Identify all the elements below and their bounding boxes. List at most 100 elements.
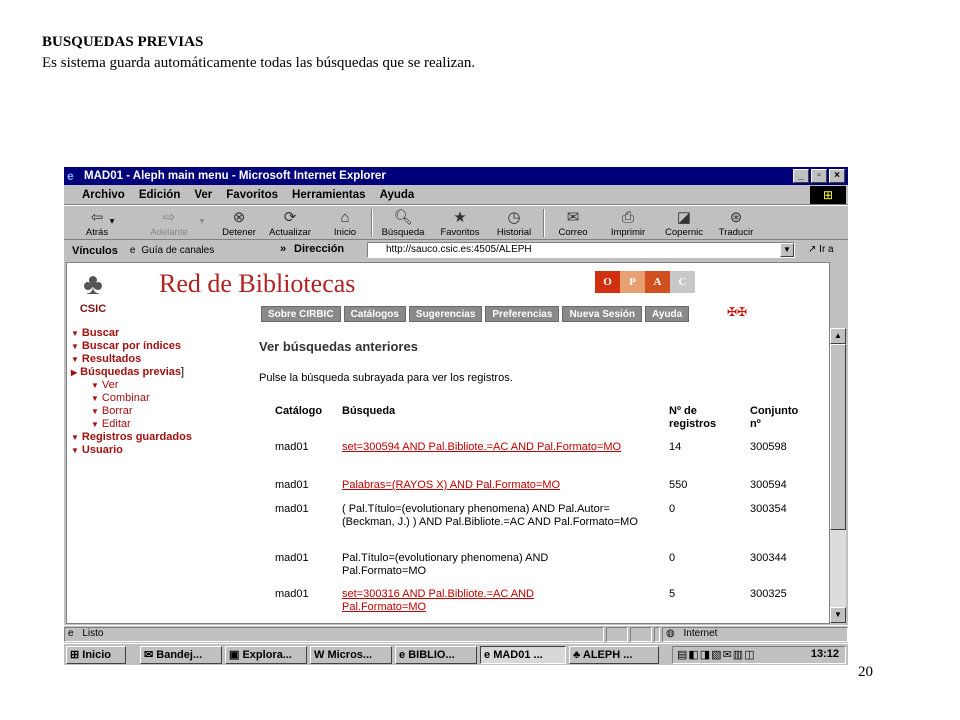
menu-archivo[interactable]: Archivo xyxy=(82,189,125,201)
cell-catalog: mad01 xyxy=(275,479,309,491)
nav-ayuda[interactable]: Ayuda xyxy=(645,306,690,322)
nav-preferencias[interactable]: Preferencias xyxy=(485,306,560,322)
history-button[interactable]: ◷ Historial xyxy=(489,208,539,238)
cell-records: 5 xyxy=(669,588,676,600)
menu-ver[interactable]: Ver xyxy=(194,189,212,201)
vertical-scrollbar[interactable]: ▲ ▼ xyxy=(830,328,846,623)
scroll-down-button[interactable]: ▼ xyxy=(830,607,846,623)
menu-ayuda[interactable]: Ayuda xyxy=(380,189,415,201)
home-label: Inicio xyxy=(333,227,357,238)
status-text: Listo xyxy=(82,628,104,639)
taskbar-item-aleph[interactable]: ♣ ALEPH ... xyxy=(569,646,659,664)
refresh-button[interactable]: ⟳ Actualizar xyxy=(265,208,315,238)
printer-icon: ⎙ xyxy=(621,209,634,226)
cell-catalog: mad01 xyxy=(275,441,309,453)
column-header-busqueda: Búsqueda xyxy=(342,405,396,417)
status-panel xyxy=(654,627,660,642)
sidebar-item-busquedas-previas[interactable]: ▶ Búsquedas previas] xyxy=(71,366,261,379)
caret-right-icon: ▶ xyxy=(71,368,78,377)
uk-flag-icon[interactable]: ✠✠ xyxy=(727,305,747,319)
cell-set: 300598 xyxy=(750,441,787,453)
csic-logo-text: CSIC xyxy=(79,303,107,315)
sidebar-item-label: Buscar por índices xyxy=(81,340,181,352)
start-button[interactable]: ⊞ Inicio xyxy=(66,646,126,664)
tray-icons[interactable]: ▤◧◨▧✉▥◫ xyxy=(677,648,756,661)
taskbar-item-label: ALEPH ... xyxy=(582,649,633,661)
sidebar-item-editar[interactable]: ▼ Editar xyxy=(71,418,261,431)
sidebar-item-borrar[interactable]: ▼ Borrar xyxy=(71,405,261,418)
sidebar-item-buscar-indices[interactable]: ▼ Buscar por índices xyxy=(71,340,261,353)
home-button[interactable]: ⌂ Inicio xyxy=(320,208,370,238)
minimize-button[interactable]: _ xyxy=(793,169,809,183)
status-panel xyxy=(630,627,652,642)
toolbar-separator xyxy=(543,209,545,237)
nav-nueva-sesion[interactable]: Nueva Sesión xyxy=(562,306,643,322)
sidebar-item-buscar[interactable]: ▼ Buscar xyxy=(71,327,261,340)
caret-down-icon: ▼ xyxy=(91,381,99,390)
opac-logo: O P A C xyxy=(595,271,695,293)
print-button[interactable]: ⎙ Imprimir xyxy=(603,208,653,238)
caret-down-icon: ▼ xyxy=(71,355,79,364)
copernic-icon: ◪ xyxy=(676,209,692,226)
chevron-right-icon[interactable]: » xyxy=(280,243,286,255)
scroll-thumb[interactable] xyxy=(830,344,846,530)
translate-label: Traducir xyxy=(718,227,754,238)
browser-window: e MAD01 - Aleph main menu - Microsoft In… xyxy=(64,167,848,665)
sidebar-item-usuario[interactable]: ▼ Usuario xyxy=(71,444,261,457)
search-link[interactable]: set=300594 AND Pal.Bibliote.=AC AND Pal.… xyxy=(342,441,660,454)
opac-letter-c: C xyxy=(670,271,695,293)
copernic-button[interactable]: ◪ Copernic xyxy=(657,208,711,238)
sidebar-item-label: Editar xyxy=(101,418,131,430)
taskbar-item-bandeja[interactable]: ✉ Bandej... xyxy=(140,646,222,664)
address-dropdown[interactable]: ▼ xyxy=(780,243,794,257)
channel-guide-link[interactable]: Guía de canales xyxy=(141,245,214,256)
nav-sugerencias[interactable]: Sugerencias xyxy=(408,306,483,322)
ie-icon: e xyxy=(484,649,491,661)
forward-button[interactable]: ⇨ Adelante xyxy=(144,208,194,238)
favorites-button[interactable]: ★ Favoritos xyxy=(435,208,485,238)
go-button[interactable]: ↗ Ir a xyxy=(808,244,834,255)
close-button[interactable]: × xyxy=(829,169,845,183)
address-input[interactable]: http://sauco.csic.es:4505/ALEPH xyxy=(367,242,795,258)
nav-sobre-cirbic[interactable]: Sobre CIRBIC xyxy=(261,306,341,322)
back-dropdown[interactable]: ▾ xyxy=(104,216,120,227)
cell-records: 0 xyxy=(669,503,676,515)
menu-edicion[interactable]: Edición xyxy=(139,189,181,201)
sidebar-item-label: Registros guardados xyxy=(81,431,192,443)
search-button[interactable]: 🔍︎ Búsqueda xyxy=(378,208,428,238)
taskbar-item-mad01[interactable]: e MAD01 ... xyxy=(480,646,566,664)
menu-favoritos[interactable]: Favoritos xyxy=(226,189,278,201)
search-link[interactable]: Palabras=(RAYOS X) AND Pal.Formato=MO xyxy=(342,479,660,492)
mail-button[interactable]: ✉ Correo xyxy=(548,208,598,238)
search-link[interactable]: set=300316 AND Pal.Bibliote.=AC AND Pal.… xyxy=(342,588,582,614)
cell-catalog: mad01 xyxy=(275,588,309,600)
taskbar-item-explorador[interactable]: ▣ Explora... xyxy=(225,646,307,664)
cell-catalog: mad01 xyxy=(275,552,309,564)
aleph-icon: ♣ xyxy=(573,649,581,661)
taskbar-item-label: BIBLIO... xyxy=(408,649,455,661)
word-icon: W xyxy=(314,649,325,661)
nav-catalogos[interactable]: Catálogos xyxy=(343,306,406,322)
links-label[interactable]: Vínculos xyxy=(72,245,118,257)
document-title: BUSQUEDAS PREVIAS xyxy=(42,34,204,50)
sidebar-item-ver[interactable]: ▼ Ver xyxy=(71,379,261,392)
sidebar-item-combinar[interactable]: ▼ Combinar xyxy=(71,392,261,405)
restore-button[interactable]: ▫ xyxy=(811,169,827,183)
scroll-up-button[interactable]: ▲ xyxy=(830,328,846,344)
refresh-icon: ⟳ xyxy=(283,209,297,226)
caret-down-icon: ▼ xyxy=(71,446,79,455)
menu-herramientas[interactable]: Herramientas xyxy=(292,189,366,201)
sidebar-item-registros-guardados[interactable]: ▼ Registros guardados xyxy=(71,431,261,444)
translate-button[interactable]: ⊛ Traducir xyxy=(711,208,761,238)
taskbar-item-word[interactable]: W Micros... xyxy=(310,646,392,664)
clock[interactable]: 13:12 xyxy=(811,648,839,660)
forward-dropdown[interactable]: ▾ xyxy=(194,216,210,227)
sidebar-item-resultados[interactable]: ▼ Resultados xyxy=(71,353,261,366)
taskbar-item-biblio[interactable]: e BIBLIO... xyxy=(395,646,477,664)
sidebar-item-label: Usuario xyxy=(81,444,123,456)
title-bar: e MAD01 - Aleph main menu - Microsoft In… xyxy=(64,167,848,185)
stop-button[interactable]: ⊗ Detener xyxy=(214,208,264,238)
forward-arrow-icon: ⇨ xyxy=(162,209,176,226)
caret-down-icon: ▼ xyxy=(91,407,99,416)
go-label: Ir a xyxy=(819,244,834,255)
